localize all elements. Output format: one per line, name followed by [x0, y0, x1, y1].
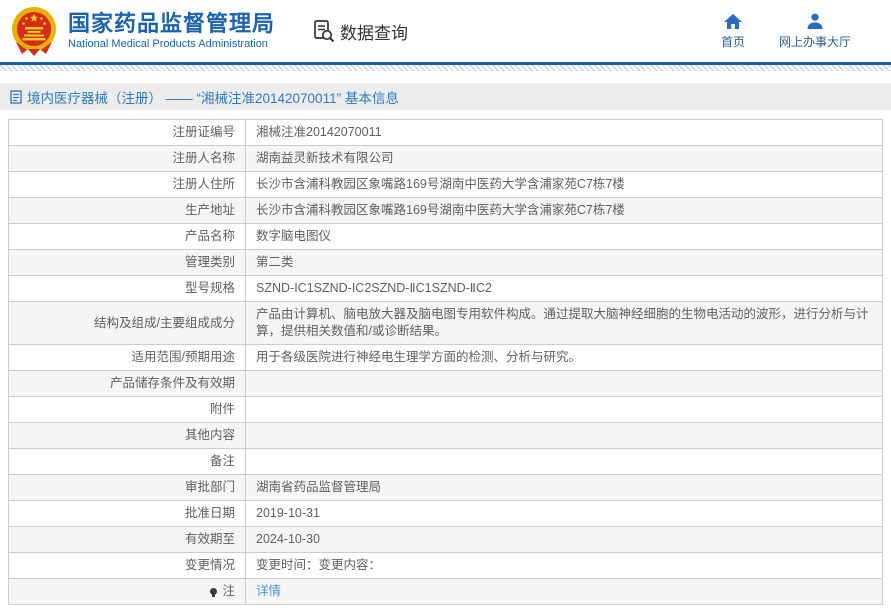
- nav-item-label: 网上办事大厅: [778, 34, 851, 49]
- row-label: 产品储存条件及有效期: [9, 371, 246, 396]
- row-value: 产品由计算机、脑电放大器及脑电图专用软件构成。通过提取大脑神经细胞的生物电活动的…: [256, 307, 869, 338]
- row-label: 产品名称: [9, 224, 246, 249]
- data-query-section[interactable]: 数据查询: [313, 19, 408, 44]
- table-row: 结构及组成/主要组成成分 产品由计算机、脑电放大器及脑电图专用软件构成。通过提取大…: [9, 301, 882, 344]
- row-value: [246, 371, 882, 396]
- table-row: 注册证编号 湘械注准20142070011: [9, 120, 882, 145]
- row-value: 长沙市含浦科教园区象嘴路169号湖南中医药大学含浦家苑C7栋7楼: [256, 177, 625, 191]
- row-value: [246, 449, 882, 474]
- row-label: 适用范围/预期用途: [9, 345, 246, 370]
- bulb-icon: [210, 588, 218, 597]
- row-label: 有效期至: [9, 527, 246, 552]
- row-label: 附件: [9, 397, 246, 422]
- breadcrumb-text: 境内医疗器械（注册） —— “湘械注准20142070011” 基本信息: [27, 90, 399, 106]
- national-emblem-logo: [10, 6, 58, 56]
- row-value: 数字脑电图仪: [256, 229, 332, 243]
- row-label: 注: [9, 579, 246, 604]
- row-value: 2024-10-30: [256, 532, 320, 546]
- info-table: 注册证编号 湘械注准20142070011 注册人名称 湖南益灵新技术有限公司 注册人住…: [8, 119, 883, 605]
- table-row: 管理类别 第二类: [9, 249, 882, 275]
- table-row: 产品储存条件及有效期: [9, 370, 882, 396]
- row-label: 注册人住所: [9, 172, 246, 197]
- row-label: 审批部门: [9, 475, 246, 500]
- nav-item-service-hall[interactable]: 网上办事大厅: [779, 13, 851, 50]
- table-row: 适用范围/预期用途 用于各级医院进行神经电生理学方面的检测、分析与研究。: [9, 344, 882, 370]
- row-label: 注册证编号: [9, 120, 246, 145]
- table-row: 变更情况 变更时间：变更内容：: [9, 552, 882, 578]
- table-row: 生产地址 长沙市含浦科教园区象嘴路169号湖南中医药大学含浦家苑C7栋7楼: [9, 197, 882, 223]
- table-row: 附件: [9, 396, 882, 422]
- row-label: 结构及组成/主要组成成分: [9, 302, 246, 344]
- row-label: 其他内容: [9, 423, 246, 448]
- row-value: 变更时间：变更内容：: [256, 558, 382, 572]
- row-label: 变更情况: [9, 553, 246, 578]
- row-value: 湖南益灵新技术有限公司: [256, 151, 394, 165]
- table-row: 其他内容: [9, 422, 882, 448]
- user-icon: [806, 13, 824, 30]
- page-header: 国家药品监督管理局 National Medical Products Admi…: [0, 0, 891, 62]
- row-value: SZND-IC1SZND-IC2SZND-ⅡC1SZND-ⅡC2: [256, 281, 492, 295]
- row-label: 管理类别: [9, 250, 246, 275]
- table-row: 产品名称 数字脑电图仪: [9, 223, 882, 249]
- table-row: 批准日期 2019-10-31: [9, 500, 882, 526]
- row-label: 批准日期: [9, 501, 246, 526]
- row-label: 备注: [9, 449, 246, 474]
- table-row: 注详情: [9, 578, 882, 604]
- row-value: [246, 423, 882, 448]
- top-nav: 首页 网上办事大厅: [721, 13, 851, 50]
- nav-item-label: 首页: [720, 34, 745, 49]
- table-row: 注册人住所 长沙市含浦科教园区象嘴路169号湖南中医药大学含浦家苑C7栋7楼: [9, 171, 882, 197]
- agency-subtitle: National Medical Products Administration: [68, 38, 268, 51]
- breadcrumb: 境内医疗器械（注册） —— “湘械注准20142070011” 基本信息: [0, 83, 891, 110]
- agency-title: 国家药品监督管理局: [68, 11, 276, 37]
- row-value: 详情: [246, 579, 882, 604]
- table-row: 审批部门 湖南省药品监督管理局: [9, 474, 882, 500]
- row-value: 湘械注准20142070011: [256, 125, 382, 139]
- row-label: 型号规格: [9, 276, 246, 301]
- table-row: 型号规格 SZND-IC1SZND-IC2SZND-ⅡC1SZND-ⅡC2: [9, 275, 882, 301]
- header-divider-band: [0, 62, 891, 71]
- row-value: 第二类: [256, 255, 294, 269]
- row-value: 长沙市含浦科教园区象嘴路169号湖南中医药大学含浦家苑C7栋7楼: [256, 203, 625, 217]
- nav-item-home[interactable]: 首页: [721, 13, 745, 50]
- row-value: 2019-10-31: [256, 506, 320, 520]
- data-query-label: 数据查询: [340, 23, 409, 43]
- row-label: 生产地址: [9, 198, 246, 223]
- document-icon: [10, 89, 22, 104]
- table-row: 有效期至 2024-10-30: [9, 526, 882, 552]
- document-search-icon: [313, 19, 335, 43]
- table-row: 注册人名称 湖南益灵新技术有限公司: [9, 145, 882, 171]
- agency-titles: 国家药品监督管理局 National Medical Products Admi…: [68, 11, 275, 51]
- home-icon: [723, 13, 743, 30]
- table-row: 备注: [9, 448, 882, 474]
- row-label: 注册人名称: [9, 146, 246, 171]
- breadcrumb-wrap: 境内医疗器械（注册） —— “湘械注准20142070011” 基本信息: [0, 83, 891, 110]
- row-value: [246, 397, 882, 422]
- row-value: 用于各级医院进行神经电生理学方面的检测、分析与研究。: [256, 350, 582, 364]
- detail-link[interactable]: 详情: [256, 584, 281, 598]
- row-value: 湖南省药品监督管理局: [256, 480, 382, 494]
